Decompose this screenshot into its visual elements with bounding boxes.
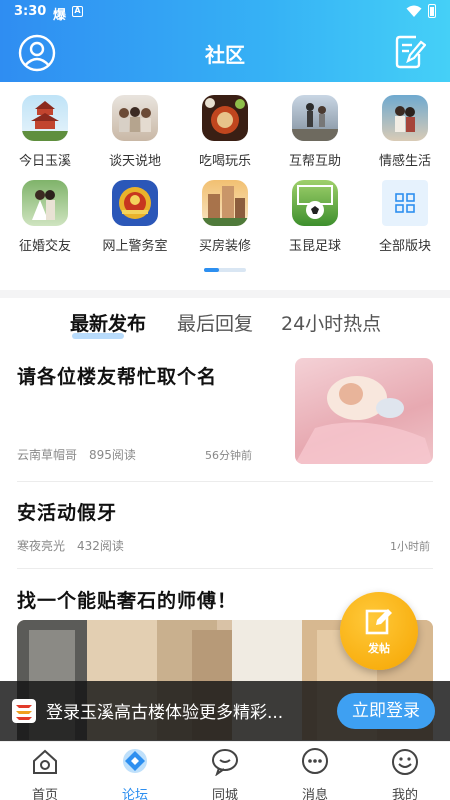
- section-divider: [0, 290, 450, 298]
- post-divider: [17, 481, 433, 482]
- category-label: 谈天说地: [108, 154, 161, 169]
- category-today-yuxi[interactable]: 今日玉溪: [0, 93, 90, 178]
- page-indicator: [204, 268, 246, 272]
- category-label: 今日玉溪: [18, 154, 71, 169]
- post-author: 寒夜亮光: [17, 539, 66, 553]
- tab-24h-hot[interactable]: 24小时热点: [281, 309, 381, 336]
- soccer-photo: [292, 180, 338, 226]
- login-prompt-text: 登录玉溪高古楼体验更多精彩...: [46, 703, 284, 723]
- category-label: 情感生活: [378, 154, 431, 169]
- category-housing[interactable]: 买房装修: [180, 178, 270, 263]
- post-time: 56分钟前: [205, 449, 252, 462]
- category-football[interactable]: 玉昆足球: [270, 178, 360, 263]
- post-tabs: 最新发布 最后回复 24小时热点: [0, 300, 450, 344]
- category-grid: 今日玉溪 谈天说地 吃喝玩乐 互帮互助 情感生活 征婚交友 网上警务室 买房装修…: [0, 90, 450, 290]
- post-reads: 895阅读: [89, 448, 136, 462]
- category-label: 全部版块: [378, 239, 431, 254]
- category-emotion[interactable]: 情感生活: [360, 93, 450, 178]
- nav-label: 论坛: [121, 788, 148, 800]
- tab-label: 最新发布: [70, 313, 147, 335]
- people-photo: [292, 95, 338, 141]
- nav-label: 同城: [211, 788, 238, 800]
- status-bar: 3:30 爆 A: [0, 0, 450, 24]
- wedding-photo: [22, 180, 68, 226]
- app-notification-icon: A: [72, 6, 83, 17]
- battery-icon: [428, 4, 436, 18]
- post-divider: [17, 568, 433, 569]
- category-label: 玉昆足球: [288, 239, 341, 254]
- tab-label: 24小时热点: [281, 313, 382, 335]
- category-chat[interactable]: 谈天说地: [90, 93, 180, 178]
- category-mutual-help[interactable]: 互帮互助: [270, 93, 360, 178]
- forum-icon: [123, 749, 147, 773]
- app-logo-icon: [12, 699, 36, 723]
- nav-label: 消息: [301, 788, 328, 800]
- police-badge: [112, 180, 158, 226]
- nav-messages[interactable]: 消息: [270, 746, 360, 800]
- edit-note-icon[interactable]: [394, 34, 426, 70]
- building-photo: [202, 180, 248, 226]
- nav-label: 我的: [391, 788, 418, 800]
- post-author: 云南草帽哥: [17, 448, 78, 462]
- pagoda-photo: [22, 95, 68, 141]
- food-photo: [202, 95, 248, 141]
- app-header: 3:30 爆 A 社区: [0, 0, 450, 82]
- login-button[interactable]: 立即登录: [337, 693, 435, 729]
- grid-icon: [382, 180, 428, 226]
- nav-label: 首页: [31, 788, 58, 800]
- message-icon: [302, 748, 328, 774]
- nav-mine[interactable]: 我的: [360, 746, 450, 800]
- notification-icon: 爆: [53, 8, 67, 23]
- status-time: 3:30: [14, 4, 47, 19]
- post-meta: 云南草帽哥 895阅读: [17, 446, 148, 463]
- category-label: 买房装修: [198, 239, 251, 254]
- smiley-icon: [392, 749, 418, 775]
- login-banner: 登录玉溪高古楼体验更多精彩... 立即登录: [0, 681, 450, 741]
- new-post-button[interactable]: 发帖: [340, 592, 418, 670]
- tab-label: 最后回复: [177, 313, 254, 335]
- category-label: 网上警务室: [102, 239, 168, 254]
- nav-local[interactable]: 同城: [180, 746, 270, 800]
- new-post-label: 发帖: [368, 642, 390, 655]
- home-icon: [33, 749, 57, 774]
- category-police[interactable]: 网上警务室: [90, 178, 180, 263]
- category-matchmaking[interactable]: 征婚交友: [0, 178, 90, 263]
- nav-home[interactable]: 首页: [0, 746, 90, 800]
- post-title: 请各位楼友帮忙取个名: [17, 366, 218, 388]
- couple-photo: [382, 95, 428, 141]
- category-label: 征婚交友: [18, 239, 71, 254]
- post-meta: 寒夜亮光 432阅读: [17, 537, 136, 554]
- chat-bubble-icon: [212, 749, 238, 777]
- post-thumbnail[interactable]: [295, 358, 433, 464]
- compose-icon: [365, 609, 392, 635]
- post-title: 找一个能贴奢石的师傅！: [17, 590, 238, 612]
- bottom-navigation: 首页 论坛 同城 消息 我的: [0, 741, 450, 800]
- page-title: 社区: [205, 43, 245, 67]
- post-reads: 432阅读: [77, 539, 124, 553]
- title-bar: 社区: [0, 24, 450, 82]
- tab-last-reply[interactable]: 最后回复: [177, 309, 253, 336]
- children-photo: [112, 95, 158, 141]
- post-item[interactable]: 安活动假牙 寒夜亮光 432阅读 1小时前: [17, 496, 433, 556]
- post-title: 安活动假牙: [17, 502, 118, 524]
- category-label: 互帮互助: [288, 154, 341, 169]
- category-all-sections[interactable]: 全部版块: [360, 178, 450, 263]
- nav-forum[interactable]: 论坛: [90, 746, 180, 800]
- post-time: 1小时前: [390, 540, 430, 553]
- category-label: 吃喝玩乐: [198, 154, 251, 169]
- wifi-icon: [406, 5, 422, 17]
- tab-latest[interactable]: 最新发布: [70, 309, 147, 339]
- category-food[interactable]: 吃喝玩乐: [180, 93, 270, 178]
